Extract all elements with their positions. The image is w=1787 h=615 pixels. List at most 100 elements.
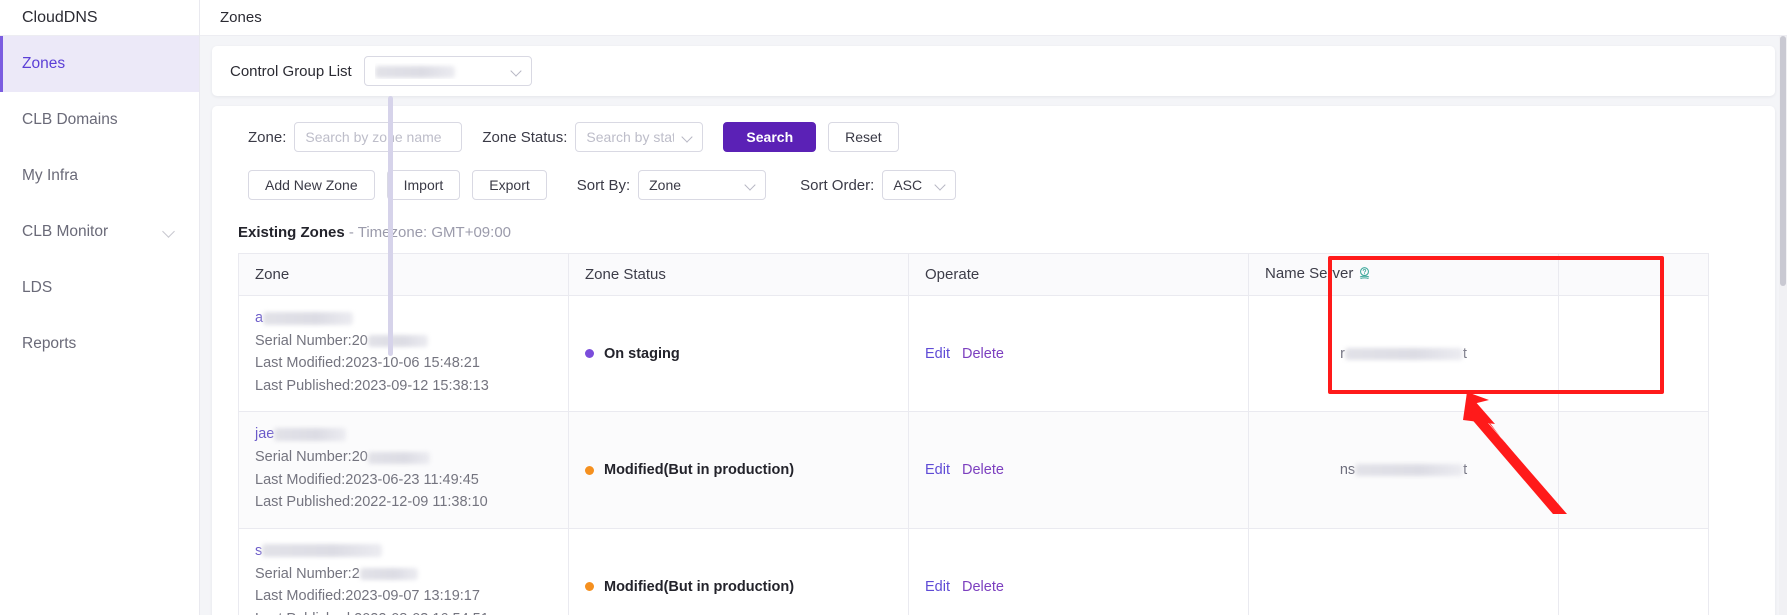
status-badge: On staging [585,346,892,362]
name-server-suffix: t [1462,345,1467,362]
serial-value: 20 [351,333,368,349]
page-scrollbar[interactable] [1779,36,1787,615]
cell-extra [1558,528,1709,615]
sidebar: CloudDNS Zones CLB Domains My Infra CLB … [0,0,200,615]
cell-name-server: ns t [1248,411,1559,529]
zone-serial: Serial Number:2 [255,563,552,585]
existing-zones-timezone: - Timezone: GMT+09:00 [344,224,512,241]
redacted-value [1344,347,1463,360]
status-label: Modified(But in production) [604,462,795,479]
delete-link[interactable]: Delete [962,346,1004,362]
zone-name-prefix: s [255,542,263,559]
chevron-down-icon [745,179,757,191]
brand-title: CloudDNS [0,0,199,36]
zone-last-modified: Last Modified:2023-10-06 15:48:21 [255,355,480,372]
app-root: CloudDNS Zones CLB Domains My Infra CLB … [0,0,1787,615]
search-button[interactable]: Search [723,122,817,152]
zone-last-published: Last Published:2022-12-09 11:38:10 [255,494,488,511]
redacted-value [274,428,347,442]
serial-value: 20 [351,449,368,466]
cell-zone-status: Modified(But in production) [568,528,909,615]
redacted-value [359,567,418,580]
table-header-row: Zone Zone Status Operate Name Server [238,253,1709,296]
redacted-value [367,451,430,464]
reset-button[interactable]: Reset [828,122,899,152]
sidebar-item-lds[interactable]: LDS [0,260,199,316]
zone-name-prefix: jae [255,426,275,443]
sidebar-item-reports[interactable]: Reports [0,316,199,372]
cell-extra [1558,295,1709,413]
cell-zone: a Serial Number:20 Last Modified:2023-10… [238,295,569,413]
serial-value: 2 [351,565,360,582]
zone-name[interactable]: s [255,543,552,559]
status-dot-icon [585,349,594,359]
edit-link[interactable]: Edit [925,462,950,478]
inner-scrollbar-thumb[interactable] [388,96,393,356]
cell-name-server: rt [1248,295,1559,413]
cell-operate: Edit Delete [908,295,1249,413]
zone-name-prefix: a [255,310,264,326]
import-button[interactable]: Import [386,170,461,200]
sidebar-item-my-infra[interactable]: My Infra [0,148,199,204]
chevron-down-icon [163,225,177,239]
zone-status-value: Search by status [586,129,675,145]
sidebar-item-clb-domains[interactable]: CLB Domains [0,92,199,148]
redacted-value [262,544,383,558]
sort-by-value: Zone [649,177,682,193]
name-server-suffix: t [1463,462,1468,479]
zone-last-modified: Last Modified:2023-06-23 11:49:45 [255,471,479,488]
sidebar-item-label: My Infra [22,167,78,184]
zone-name[interactable]: jae [255,426,552,442]
zone-last-published: Last Published:2022-08-03 16:54:51 [255,608,552,615]
sidebar-nav: Zones CLB Domains My Infra CLB Monitor L… [0,36,199,372]
page-scroll-area: Control Group List Zone: Zone Status: [200,36,1787,615]
cell-zone-status: Modified(But in production) [568,411,909,529]
column-header-name-server: Name Server [1248,253,1559,296]
delete-link[interactable]: Delete [962,579,1004,595]
sort-order-label: Sort Order: [800,176,875,194]
sidebar-item-label: CLB Domains [22,111,118,128]
cell-operate: Edit Delete [908,411,1249,529]
cell-name-server [1248,528,1559,615]
sidebar-item-label: Zones [22,55,66,72]
zone-status-select[interactable]: Search by status [575,122,704,152]
redacted-value [374,66,455,79]
zones-table-wrapper: Zone Zone Status Operate Name Server a S… [230,253,1757,615]
existing-zones-title: Existing Zones [238,224,345,241]
add-new-zone-button[interactable]: Add New Zone [248,170,375,200]
status-badge: Modified(But in production) [585,579,892,595]
status-dot-icon [585,582,594,592]
sort-by-label: Sort By: [576,176,631,194]
zones-panel: Zone: Zone Status: Search by status Sear… [212,106,1775,615]
zone-name[interactable]: a [255,310,552,326]
serial-label: Serial Number: [255,565,352,582]
cell-zone: jae Serial Number:20 Last Modified:2023-… [238,411,569,529]
sort-order-select[interactable]: ASC [882,170,957,200]
cell-operate: Edit Delete [908,528,1249,615]
sort-by-select[interactable]: Zone [638,170,767,200]
sidebar-item-clb-monitor[interactable]: CLB Monitor [0,204,199,260]
zone-last-modified: Last Modified:2023-09-07 13:19:17 [255,588,480,605]
cell-zone: s Serial Number:2 Last Modified:2023-09-… [238,528,569,615]
edit-link[interactable]: Edit [925,346,950,362]
help-question-icon[interactable] [1357,266,1372,285]
main-content: Zones Control Group List Zone: Search by… [200,0,1787,615]
control-group-label: Control Group List [230,62,352,80]
status-label: Modified(But in production) [604,578,795,595]
zone-status-filter-label: Zone Status: [482,128,568,146]
redacted-value [1355,464,1464,477]
zone-search-input[interactable] [294,122,463,152]
control-group-select[interactable] [363,56,532,86]
sidebar-item-zones[interactable]: Zones [0,36,199,92]
page-scrollbar-thumb[interactable] [1780,36,1786,286]
export-button[interactable]: Export [472,170,547,200]
column-header-operate: Operate [908,253,1249,296]
column-header-zone-status[interactable]: Zone Status [568,253,909,296]
chevron-down-icon [511,65,523,77]
control-group-value [374,63,503,79]
delete-link[interactable]: Delete [962,462,1004,478]
existing-zones-heading: Existing Zones - Timezone: GMT+09:00 [230,224,1757,241]
column-header-extra [1558,253,1709,296]
edit-link[interactable]: Edit [925,579,950,595]
column-header-zone[interactable]: Zone [238,253,569,296]
